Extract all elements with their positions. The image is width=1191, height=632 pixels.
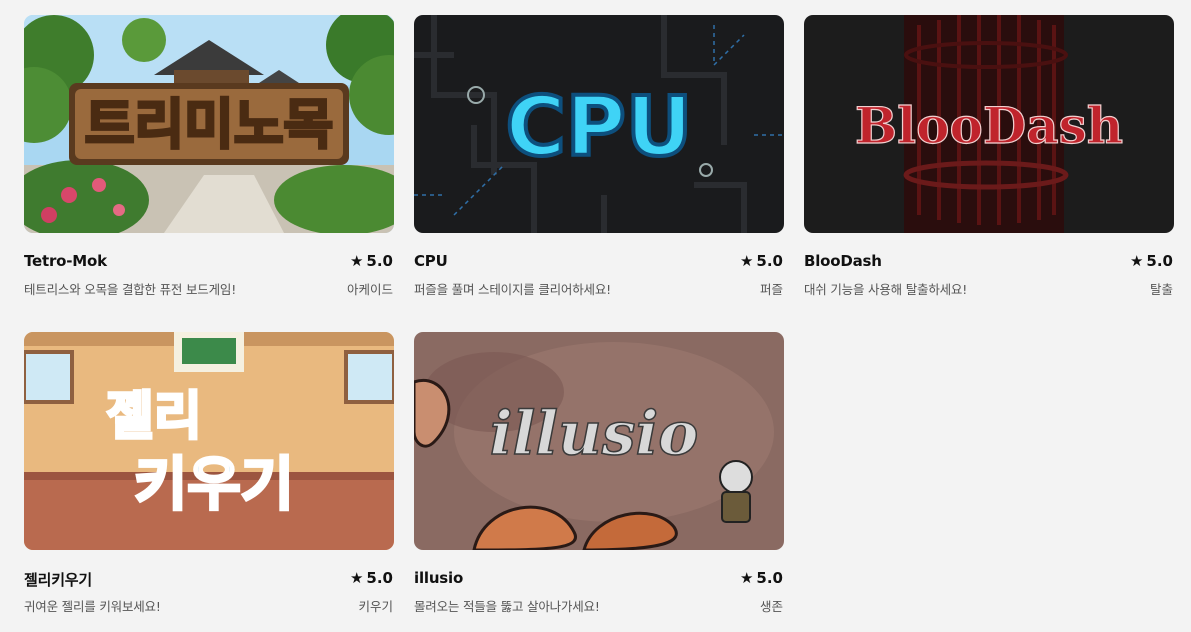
game-card-bloodash[interactable]: BlooDash BlooDash ★ 5.0 대쉬 기능을 사용해 탈출하세요!… <box>804 15 1174 297</box>
illusio-logo-text: illusio <box>490 399 699 469</box>
star-icon: ★ <box>1129 252 1144 270</box>
game-card-cpu[interactable]: CPU CPU ★ 5.0 퍼즐을 풀며 스테이지를 클리어하세요! 퍼즐 <box>414 15 784 297</box>
game-title[interactable]: Tetro-Mok <box>24 252 107 270</box>
game-description: 몰려오는 적들을 뚫고 살아나가세요! <box>414 599 600 614</box>
game-thumbnail[interactable]: 트리미노목 <box>24 15 394 233</box>
game-grid: 트리미노목 Tetro-Mok ★ 5.0 테트리스와 오목을 결합한 퓨전 보드… <box>0 0 1191 632</box>
game-description: 귀여운 젤리를 키워보세요! <box>24 599 161 614</box>
game-title[interactable]: illusio <box>414 569 463 587</box>
tetro-mok-logo-text: 트리미노목 <box>85 93 333 156</box>
game-description: 테트리스와 오목을 결합한 퓨전 보드게임! <box>24 282 237 297</box>
game-rating: ★ 5.0 <box>349 569 393 587</box>
game-thumbnail[interactable]: 젤리 키우기 <box>24 332 394 550</box>
game-title[interactable]: CPU <box>414 252 448 270</box>
game-card-tetro-mok[interactable]: 트리미노목 Tetro-Mok ★ 5.0 테트리스와 오목을 결합한 퓨전 보드… <box>24 15 394 297</box>
star-icon: ★ <box>739 569 754 587</box>
game-rating: ★ 5.0 <box>1129 252 1173 270</box>
game-card-jelly[interactable]: 젤리 키우기 젤리키우기 ★ 5.0 귀여운 젤리를 키워보세요! 키우기 <box>24 332 394 614</box>
game-thumbnail[interactable]: CPU <box>414 15 784 233</box>
game-thumbnail[interactable]: illusio <box>414 332 784 550</box>
cpu-thumbnail-image: CPU <box>414 15 784 233</box>
game-card-illusio[interactable]: illusio illusio ★ 5.0 몰려오는 적들을 뚫고 살아나가세요!… <box>414 332 784 614</box>
game-title[interactable]: BlooDash <box>804 252 882 270</box>
cpu-logo-text: CPU <box>506 80 693 175</box>
game-genre: 퍼즐 <box>759 282 783 297</box>
game-description: 대쉬 기능을 사용해 탈출하세요! <box>804 282 968 297</box>
star-icon: ★ <box>349 569 364 587</box>
game-description: 퍼즐을 풀며 스테이지를 클리어하세요! <box>414 282 611 297</box>
star-icon: ★ <box>739 252 754 270</box>
bloodash-thumbnail-image: BlooDash <box>804 15 1174 233</box>
game-genre: 키우기 <box>358 599 393 614</box>
game-rating: ★ 5.0 <box>739 569 783 587</box>
game-title[interactable]: 젤리키우기 <box>24 569 92 590</box>
game-genre: 생존 <box>759 599 783 614</box>
game-thumbnail[interactable]: BlooDash <box>804 15 1174 233</box>
jelly-logo-line2: 키우기 <box>134 450 294 518</box>
game-genre: 탈출 <box>1149 282 1173 297</box>
illusio-thumbnail-image: illusio <box>414 332 784 550</box>
tetro-mok-thumbnail-image: 트리미노목 <box>24 15 394 233</box>
bloodash-logo-text: BlooDash <box>855 96 1123 155</box>
star-icon: ★ <box>349 252 364 270</box>
game-genre: 아케이드 <box>346 282 393 297</box>
game-rating: ★ 5.0 <box>739 252 783 270</box>
game-rating: ★ 5.0 <box>349 252 393 270</box>
jelly-thumbnail-image: 젤리 키우기 <box>24 332 394 550</box>
jelly-logo-line1: 젤리 <box>106 387 202 447</box>
